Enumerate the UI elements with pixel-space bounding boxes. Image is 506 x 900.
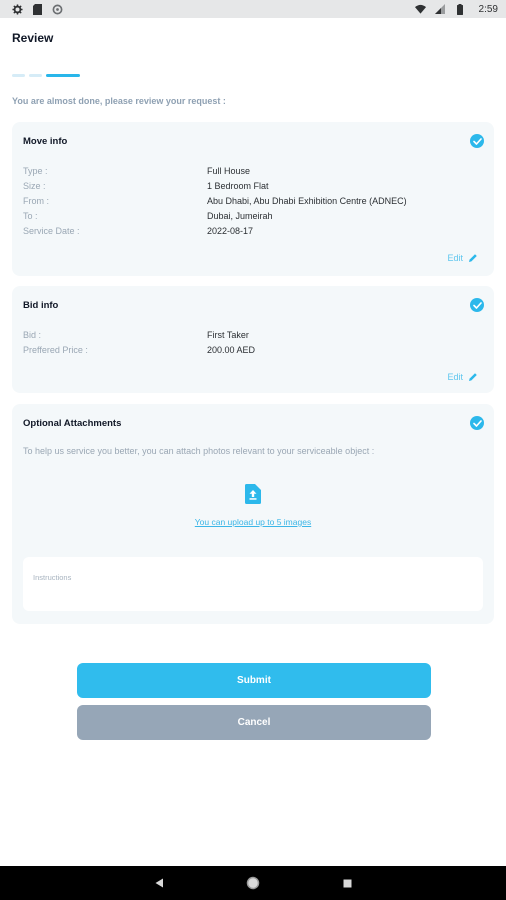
bid-info-row: Preffered Price : 200.00 AED — [23, 342, 483, 357]
status-time: 2:59 — [478, 3, 498, 15]
back-triangle-icon — [155, 878, 163, 888]
status-bar-left — [12, 3, 63, 15]
row-label: Preffered Price : — [23, 344, 88, 355]
progress-step-3 — [46, 74, 80, 77]
step-progress — [12, 74, 80, 77]
signal-icon — [435, 4, 446, 15]
check-circle-icon — [470, 416, 484, 430]
back-nav-button[interactable] — [151, 875, 167, 891]
status-bar-right: 2:59 — [414, 3, 498, 15]
row-value: 1 Bedroom Flat — [207, 180, 269, 191]
home-nav-button[interactable] — [245, 875, 261, 891]
row-label: Bid : — [23, 329, 42, 340]
move-info-row: Size : 1 Bedroom Flat — [23, 178, 483, 193]
page-title: Review — [12, 31, 54, 45]
move-info-rows: Type : Full House Size : 1 Bedroom Flat … — [23, 163, 483, 238]
attachments-help-text: To help us service you better, you can a… — [23, 446, 375, 456]
move-info-row: From : Abu Dhabi, Abu Dhabi Exhibition C… — [23, 193, 483, 208]
navigation-bar — [0, 866, 506, 900]
upload-file-icon[interactable] — [245, 484, 261, 504]
row-label: Type : — [23, 165, 48, 176]
edit-label: Edit — [447, 253, 463, 263]
bid-info-row: Bid : First Taker — [23, 327, 483, 342]
progress-step-1 — [12, 74, 25, 77]
row-value: Dubai, Jumeirah — [207, 210, 273, 221]
bid-info-rows: Bid : First Taker Preffered Price : 200.… — [23, 327, 483, 357]
row-value: 2022-08-17 — [207, 225, 254, 236]
cancel-button[interactable]: Cancel — [77, 705, 431, 740]
sync-icon — [52, 4, 63, 15]
move-info-edit-button[interactable]: Edit — [447, 253, 478, 263]
attachments-card: Optional Attachments To help us service … — [12, 404, 494, 624]
recents-square-icon — [343, 879, 351, 887]
bid-info-edit-button[interactable]: Edit — [447, 372, 478, 382]
status-bar: 2:59 — [0, 0, 506, 18]
row-value: Abu Dhabi, Abu Dhabi Exhibition Centre (… — [207, 195, 407, 206]
instructions-field[interactable]: Instructions — [23, 557, 483, 611]
pencil-icon — [469, 373, 477, 381]
attachments-title: Optional Attachments — [23, 418, 122, 429]
pencil-icon — [469, 254, 477, 262]
submit-button[interactable]: Submit — [77, 663, 431, 698]
row-label: To : — [23, 210, 38, 221]
edit-label: Edit — [447, 372, 463, 382]
check-circle-icon — [470, 134, 484, 148]
review-intro-text: You are almost done, please review your … — [12, 96, 226, 106]
gear-icon — [12, 3, 23, 15]
move-info-row: Type : Full House — [23, 163, 483, 178]
row-value: Full House — [207, 165, 251, 176]
check-circle-icon — [470, 298, 484, 312]
row-value: First Taker — [207, 329, 249, 340]
row-label: Service Date : — [23, 225, 80, 236]
instructions-placeholder: Instructions — [33, 573, 72, 582]
move-info-card: Move info Type : Full House Size : 1 Bed… — [12, 122, 494, 276]
move-info-row: Service Date : 2022-08-17 — [23, 223, 483, 238]
bid-info-title: Bid info — [23, 300, 59, 311]
move-info-title: Move info — [23, 136, 68, 147]
row-label: Size : — [23, 180, 46, 191]
recents-nav-button[interactable] — [339, 875, 355, 891]
upload-images-link[interactable]: You can upload up to 5 images — [12, 517, 494, 527]
progress-step-2 — [29, 74, 42, 77]
home-circle-icon — [246, 876, 260, 890]
bid-info-card: Bid info Bid : First Taker Preffered Pri… — [12, 286, 494, 393]
row-label: From : — [23, 195, 49, 206]
sd-card-icon — [32, 3, 43, 15]
wifi-icon — [414, 4, 426, 15]
battery-icon — [455, 3, 466, 15]
move-info-row: To : Dubai, Jumeirah — [23, 208, 483, 223]
row-value: 200.00 AED — [207, 344, 256, 355]
